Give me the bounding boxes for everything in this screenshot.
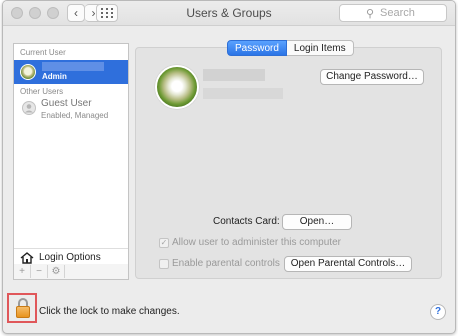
search-placeholder: Search xyxy=(380,7,415,19)
users-sidebar: Current User Admin Other Users Guest Use… xyxy=(13,43,129,279)
users-groups-window: ‹ › Users & Groups ⚲ Search Current User xyxy=(2,0,456,334)
open-parental-controls-button[interactable]: Open Parental Controls… xyxy=(284,256,412,272)
action-menu-button[interactable]: ⚙ xyxy=(48,265,65,278)
checkmark-icon: ✓ xyxy=(160,238,168,247)
add-user-button[interactable]: + xyxy=(14,265,31,278)
login-options-label: Login Options xyxy=(39,252,101,263)
avatar xyxy=(20,64,36,80)
account-name-redacted xyxy=(203,88,283,99)
minus-icon: − xyxy=(36,266,42,277)
user-role-label: Admin xyxy=(42,72,67,81)
lock-button[interactable] xyxy=(7,293,37,323)
allow-admin-label: Allow user to administer this computer xyxy=(172,237,341,248)
current-user-heading: Current User xyxy=(20,48,66,57)
search-field[interactable]: ⚲ Search xyxy=(339,4,447,22)
tab-login-items[interactable]: Login Items xyxy=(286,40,354,56)
user-row-admin[interactable]: Admin xyxy=(14,60,128,84)
other-users-heading: Other Users xyxy=(20,87,64,96)
tab-bar: Password Login Items xyxy=(227,40,354,56)
full-name-redacted xyxy=(203,69,265,81)
tab-password[interactable]: Password xyxy=(227,40,287,56)
guest-user-icon xyxy=(22,101,36,115)
user-picture[interactable] xyxy=(155,65,199,109)
lock-hint-text: Click the lock to make changes. xyxy=(39,306,180,317)
help-button[interactable]: ? xyxy=(430,304,446,320)
search-icon: ⚲ xyxy=(366,8,375,20)
guest-user-name: Guest User xyxy=(41,98,92,109)
parental-controls-checkbox[interactable] xyxy=(159,259,169,269)
contacts-card-label: Contacts Card: xyxy=(213,216,280,227)
gear-icon: ⚙ xyxy=(51,266,61,277)
house-icon xyxy=(20,252,34,264)
allow-admin-checkbox[interactable]: ✓ xyxy=(159,238,169,248)
parental-controls-label: Enable parental controls xyxy=(172,258,280,269)
title-bar: ‹ › Users & Groups ⚲ Search xyxy=(3,1,455,26)
lock-icon xyxy=(16,306,30,318)
guest-user-status: Enabled, Managed xyxy=(41,111,109,120)
open-contacts-card-button[interactable]: Open… xyxy=(282,214,352,230)
sidebar-toolbar: + − ⚙ xyxy=(13,264,129,280)
plus-icon: + xyxy=(19,266,25,277)
change-password-button[interactable]: Change Password… xyxy=(320,69,424,85)
user-name-redacted xyxy=(42,62,104,71)
remove-user-button[interactable]: − xyxy=(31,265,48,278)
